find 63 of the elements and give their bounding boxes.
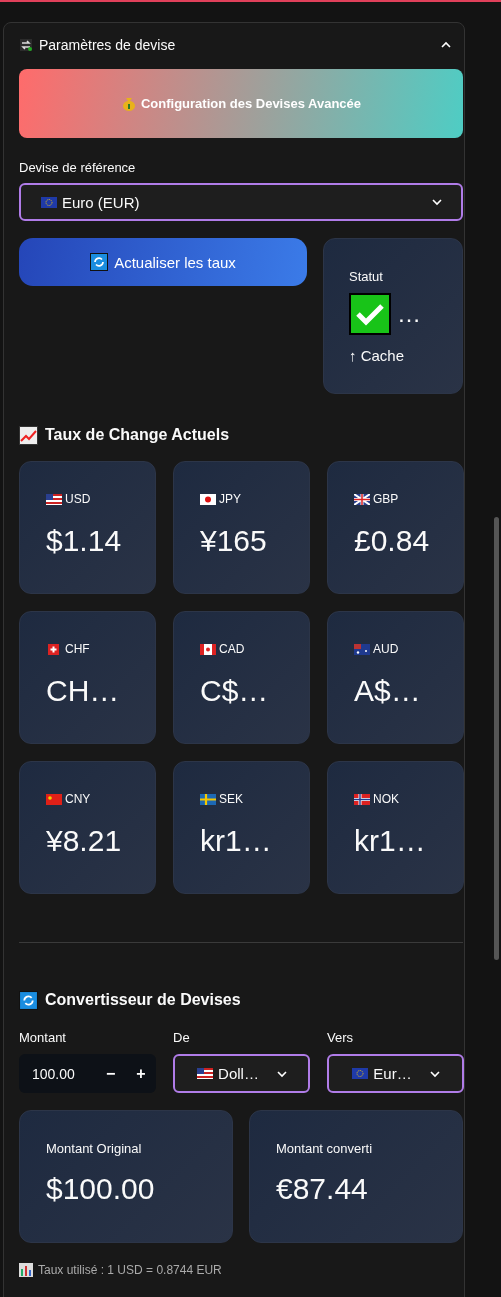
- result-label: Montant Original: [46, 1141, 143, 1156]
- flag-icon: [354, 643, 370, 655]
- section-title: Taux de Change Actuels: [45, 426, 230, 444]
- currency-code: SEK: [219, 792, 243, 806]
- rate-value: kr1…: [354, 824, 427, 858]
- status-value: …: [397, 300, 423, 328]
- us-flag-icon: [197, 1068, 214, 1079]
- result-value: €87.44: [276, 1172, 369, 1206]
- scrollbar-thumb[interactable]: [494, 517, 499, 960]
- decrement-button[interactable]: −: [95, 1063, 126, 1084]
- flag-icon: [354, 493, 370, 505]
- rate-value: kr1…: [200, 824, 273, 858]
- refresh-button[interactable]: Actualiser les taux: [19, 238, 307, 286]
- check-mark-icon: [349, 293, 391, 335]
- refresh-icon: [90, 253, 109, 271]
- currency-code: CNY: [65, 792, 91, 806]
- currency-code: GBP: [373, 492, 399, 506]
- currency-code: NOK: [373, 792, 399, 806]
- field-label: Devise de référence: [19, 160, 137, 175]
- flag-icon: [354, 793, 370, 805]
- expander-header[interactable]: Paramètres de devise: [19, 23, 464, 67]
- currency-select[interactable]: Doll…: [173, 1054, 310, 1093]
- rate-value: CH…: [46, 674, 121, 708]
- flag-icon: [200, 643, 216, 655]
- rate-value: ¥8.21: [46, 824, 123, 858]
- rate-value: $1.14: [46, 524, 123, 558]
- field-label: Vers: [327, 1030, 354, 1045]
- eu-flag-icon: [352, 1068, 369, 1079]
- chevron-down-icon: [431, 196, 443, 208]
- chart-icon: [19, 425, 38, 445]
- field-label: Montant: [19, 1030, 67, 1045]
- field-label: De: [173, 1030, 191, 1045]
- reference-select[interactable]: Euro (EUR): [19, 183, 463, 221]
- rate-value: A$…: [354, 674, 422, 708]
- section-title: Convertisseur de Devises: [45, 991, 241, 1009]
- flag-icon: [200, 493, 216, 505]
- flag-icon: [46, 793, 62, 805]
- banner-title: Configuration des Devises Avancée: [140, 96, 362, 111]
- currency-code: USD: [65, 492, 91, 506]
- status-label: Statut: [349, 269, 384, 284]
- currency-select[interactable]: Eur…: [327, 1054, 464, 1093]
- rate-value: C$…: [200, 674, 270, 708]
- expander-title: Paramètres de devise: [39, 37, 176, 53]
- bar-chart-icon: [19, 1263, 33, 1277]
- currency-code: JPY: [219, 492, 241, 506]
- currency-code: CAD: [219, 642, 245, 656]
- rate-value: £0.84: [354, 524, 431, 558]
- rate-value: ¥165: [200, 524, 268, 558]
- amount-field[interactable]: 100.00 − +: [19, 1054, 156, 1093]
- increment-button[interactable]: +: [125, 1063, 156, 1084]
- flag-icon: [46, 493, 62, 505]
- flag-icon: [200, 793, 216, 805]
- rate-note: Taux utilisé : 1 USD = 0.8744 EUR: [38, 1263, 222, 1277]
- money-bag-icon: [120, 95, 137, 112]
- status-delta: ↑ Cache: [349, 347, 406, 364]
- exchange-icon: [19, 38, 33, 52]
- currency-code: AUD: [373, 642, 399, 656]
- refresh-icon: [19, 990, 38, 1010]
- flag-icon: [46, 643, 62, 655]
- result-value: $100.00: [46, 1172, 156, 1206]
- result-label: Montant converti: [276, 1141, 374, 1156]
- currency-code: CHF: [65, 642, 90, 656]
- eu-flag-icon: [41, 196, 57, 208]
